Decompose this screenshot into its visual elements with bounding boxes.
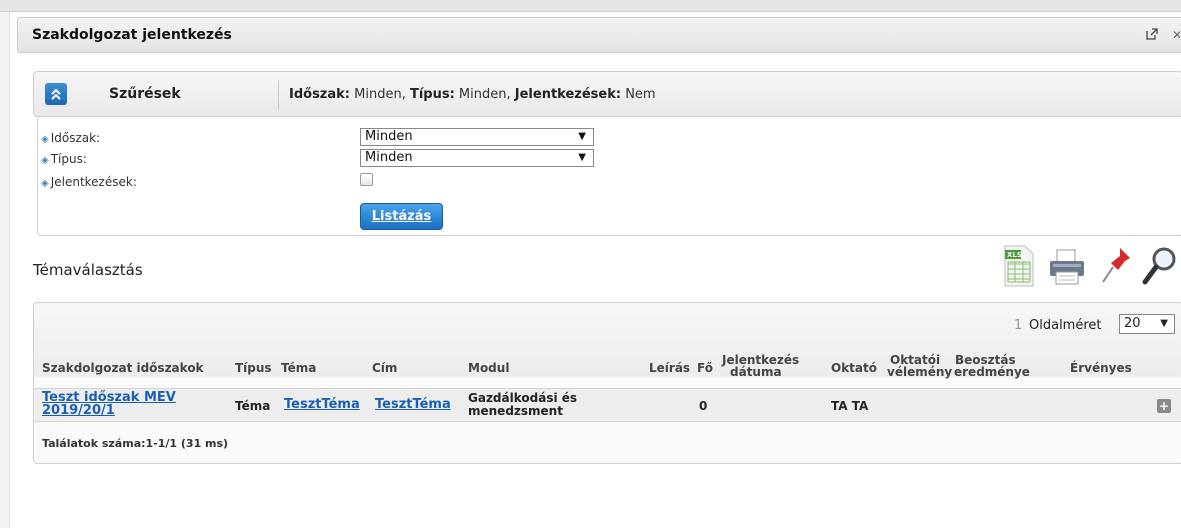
cell-module-line2: menedzsment xyxy=(468,404,563,418)
summary-period-value: Minden, xyxy=(350,87,410,102)
col-header-assignment-2[interactable]: eredménye xyxy=(954,366,1030,378)
popout-icon[interactable] xyxy=(1146,28,1160,42)
dropdown-arrow-icon: ▼ xyxy=(1160,318,1168,329)
cell-teacher: TA TA xyxy=(831,399,869,413)
applications-label: Jelentkezések: xyxy=(50,175,137,189)
cell-headcount: 0 xyxy=(699,399,708,413)
page-number[interactable]: 1 xyxy=(1014,318,1022,333)
period-filter-row: ◈ Időszak: xyxy=(41,131,100,145)
col-header-app-date-2[interactable]: dátuma xyxy=(730,366,782,378)
browser-top-strip xyxy=(0,0,1181,12)
period-select[interactable]: Minden ▼ xyxy=(360,128,594,146)
list-button[interactable]: Listázás xyxy=(360,203,443,230)
diamond-bullet-icon: ◈ xyxy=(41,134,49,145)
type-select[interactable]: Minden ▼ xyxy=(360,149,594,167)
title-link[interactable]: TesztTéma xyxy=(375,398,451,411)
type-label: Típus: xyxy=(50,152,87,166)
col-header-module[interactable]: Modul xyxy=(468,362,509,374)
filter-divider xyxy=(278,80,279,110)
period-label: Időszak: xyxy=(50,131,101,145)
applications-checkbox[interactable] xyxy=(360,173,373,186)
pin-icon[interactable] xyxy=(1098,244,1134,288)
panel-title: Szakdolgozat jelentkezés xyxy=(32,27,232,43)
collapse-filter-button[interactable] xyxy=(45,83,67,105)
results-grid: 1 Oldalméret 20 ▼ Szakdolgozat időszakok… xyxy=(33,302,1181,464)
xls-export-icon[interactable]: XLS xyxy=(1003,244,1035,288)
close-icon[interactable]: ✕ xyxy=(1172,28,1181,42)
col-header-teacher[interactable]: Oktató xyxy=(831,362,877,374)
period-link-line2[interactable]: 2019/20/1 xyxy=(42,404,115,417)
col-header-period[interactable]: Szakdolgozat időszakok xyxy=(42,362,204,374)
summary-type-value: Minden, xyxy=(454,87,515,102)
print-icon[interactable] xyxy=(1045,244,1089,288)
col-header-headcount[interactable]: Fő xyxy=(697,362,713,374)
summary-period-key: Időszak: xyxy=(289,87,350,102)
filter-bar[interactable]: Szűrések Időszak: Minden, Típus: Minden,… xyxy=(33,71,1181,117)
summary-type-key: Típus: xyxy=(409,87,455,102)
applications-filter-row: ◈ Jelentkezések: xyxy=(41,175,137,189)
cell-type: Téma xyxy=(235,399,271,413)
col-header-description[interactable]: Leírás xyxy=(649,362,690,374)
svg-text:XLS: XLS xyxy=(1007,251,1022,259)
dropdown-arrow-icon: ▼ xyxy=(578,131,586,142)
row-expand-button[interactable]: + xyxy=(1157,399,1171,413)
filter-body: ◈ Időszak: Minden ▼ ◈ Típus: Minden ▼ ◈ Jel… xyxy=(37,118,1181,236)
col-header-valid[interactable]: Érvényes xyxy=(1070,362,1132,374)
page-size-select[interactable]: 20 ▼ xyxy=(1119,314,1175,334)
summary-applications-value: Nem xyxy=(621,87,656,102)
col-header-type[interactable]: Típus xyxy=(235,362,272,374)
type-select-value: Minden xyxy=(365,150,413,165)
left-edge xyxy=(0,12,10,528)
topic-link[interactable]: TesztTéma xyxy=(284,398,360,411)
type-filter-row: ◈ Típus: xyxy=(41,152,87,166)
col-header-teacher-opinion-2[interactable]: vélemény xyxy=(887,366,952,378)
chevron-up-double-icon xyxy=(51,88,61,100)
zoom-icon[interactable] xyxy=(1140,244,1180,290)
section-title: Témaválasztás xyxy=(33,261,143,279)
panel-header: Szakdolgozat jelentkezés ✕ xyxy=(17,17,1181,53)
table-row[interactable]: Teszt időszak MEV 2019/20/1 Téma TesztTé… xyxy=(34,388,1181,422)
cell-module-line1: Gazdálkodási és xyxy=(468,391,578,405)
page-size-label: Oldalméret xyxy=(1029,318,1102,333)
period-select-value: Minden xyxy=(365,129,413,144)
diamond-bullet-icon: ◈ xyxy=(41,178,49,189)
filter-label: Szűrések xyxy=(109,86,181,102)
results-count: Találatok száma:1-1/1 (31 ms) xyxy=(42,437,229,450)
diamond-bullet-icon: ◈ xyxy=(41,155,49,166)
col-header-topic[interactable]: Téma xyxy=(281,362,316,374)
page-size-value: 20 xyxy=(1124,316,1141,331)
col-header-title[interactable]: Cím xyxy=(372,362,397,374)
summary-applications-key: Jelentkezések: xyxy=(514,87,622,102)
dropdown-arrow-icon: ▼ xyxy=(578,152,586,163)
filter-summary: Időszak: Minden, Típus: Minden, Jelentke… xyxy=(289,87,656,102)
